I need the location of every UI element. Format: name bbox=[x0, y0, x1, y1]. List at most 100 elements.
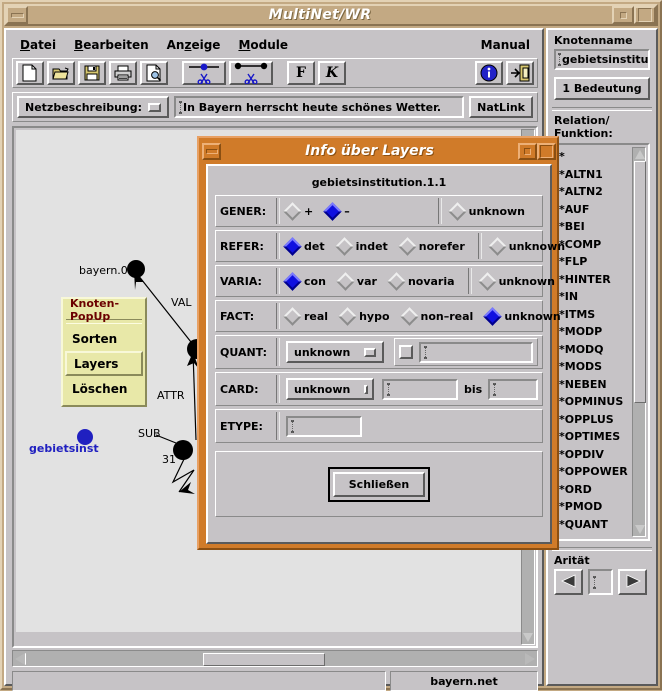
quant-input[interactable] bbox=[419, 342, 533, 363]
arity-prev-button[interactable] bbox=[554, 569, 583, 595]
relation-list-item[interactable]: *OPMINUS bbox=[559, 393, 629, 411]
card-to-input[interactable] bbox=[488, 379, 538, 400]
relation-list-item[interactable]: *OPPOWER bbox=[559, 463, 629, 481]
scroll-right-arrow-icon[interactable] bbox=[525, 653, 535, 665]
popup-item-sorten[interactable]: Sorten bbox=[65, 326, 143, 351]
window-maximize-button[interactable] bbox=[634, 6, 656, 24]
scroll-down-arrow-icon[interactable] bbox=[635, 525, 645, 534]
menu-module[interactable]: Module bbox=[236, 37, 290, 53]
popup-item-loeschen[interactable]: Löschen bbox=[65, 376, 143, 401]
relation-list-item[interactable]: *MODP bbox=[559, 323, 629, 341]
new-document-button[interactable] bbox=[16, 61, 44, 85]
varia-option-var[interactable]: var bbox=[339, 275, 377, 288]
dialog-body: gebietsinstitution.1.1 GENER: + – unknow… bbox=[206, 164, 552, 544]
arity-next-button[interactable] bbox=[618, 569, 647, 595]
netzbeschreibung-option-menu[interactable]: Netzbeschreibung: bbox=[17, 96, 169, 118]
relation-list-item[interactable]: *ITMS bbox=[559, 306, 629, 324]
arity-input[interactable] bbox=[588, 569, 613, 595]
menu-datei[interactable]: Datei bbox=[18, 37, 58, 53]
bold-button[interactable]: F bbox=[287, 61, 315, 85]
scroll-up-arrow-icon[interactable] bbox=[635, 150, 645, 159]
canvas-horizontal-scrollbar[interactable] bbox=[12, 650, 538, 667]
fact-option-real-label: real bbox=[304, 310, 328, 323]
knoten-popup-menu: Knoten-PopUp Sorten Layers Löschen bbox=[61, 297, 147, 407]
card-label: CARD: bbox=[220, 383, 276, 396]
relation-list-thumb[interactable] bbox=[634, 161, 646, 403]
relation-list-item[interactable]: *PMOD bbox=[559, 498, 629, 516]
open-folder-button[interactable] bbox=[47, 61, 75, 85]
relation-list-item[interactable]: *NEBEN bbox=[559, 376, 629, 394]
quant-checkbox[interactable] bbox=[399, 345, 413, 359]
dialog-restore-button[interactable] bbox=[518, 143, 537, 160]
natlink-button[interactable]: NatLink bbox=[469, 96, 533, 118]
print-button[interactable] bbox=[109, 61, 137, 85]
relation-list-item[interactable]: *HINTER bbox=[559, 271, 629, 289]
gener-option-unknown[interactable]: unknown bbox=[451, 205, 525, 218]
relation-list-item[interactable]: *MODS bbox=[559, 358, 629, 376]
card-option-menu[interactable]: unknown bbox=[286, 378, 374, 400]
gener-option-plus[interactable]: + bbox=[286, 205, 313, 218]
relation-list-item[interactable]: *QUANT bbox=[559, 516, 629, 534]
relation-list-item[interactable]: *OPDIV bbox=[559, 446, 629, 464]
relation-list-scrollbar[interactable] bbox=[632, 147, 646, 537]
menu-anzeige[interactable]: Anzeige bbox=[165, 37, 223, 53]
fact-option-hypo[interactable]: hypo bbox=[341, 310, 389, 323]
refer-option-norefer[interactable]: norefer bbox=[401, 240, 465, 253]
cut-node-button[interactable] bbox=[182, 61, 226, 85]
gener-label: GENER: bbox=[220, 205, 276, 218]
toolbar: F K bbox=[12, 58, 538, 88]
etype-input[interactable] bbox=[286, 416, 362, 437]
knotenname-input[interactable]: gebietsinstitution bbox=[554, 49, 650, 70]
fact-option-nonreal[interactable]: non–real bbox=[403, 310, 474, 323]
fact-option-real[interactable]: real bbox=[286, 310, 328, 323]
info-button[interactable] bbox=[475, 61, 503, 85]
relation-list-item[interactable]: *ALTN2 bbox=[559, 183, 629, 201]
relation-list-item[interactable]: *COMP bbox=[559, 236, 629, 254]
relation-list-item[interactable]: *OPPLUS bbox=[559, 411, 629, 429]
window-restore-button[interactable] bbox=[612, 6, 634, 24]
relation-list-item[interactable]: *OPTIMES bbox=[559, 428, 629, 446]
save-button[interactable] bbox=[78, 61, 106, 85]
window-minimize-button[interactable] bbox=[6, 6, 28, 24]
menu-bearbeiten[interactable]: Bearbeiten bbox=[72, 37, 151, 53]
relation-list-item[interactable]: * bbox=[559, 148, 629, 166]
gener-option-minus[interactable]: – bbox=[326, 205, 350, 218]
refer-option-det[interactable]: det bbox=[286, 240, 325, 253]
refer-option-det-label: det bbox=[304, 240, 325, 253]
relation-list-item[interactable]: *AUF bbox=[559, 201, 629, 219]
card-between-label: bis bbox=[464, 383, 482, 396]
relation-list-item[interactable]: *FLP bbox=[559, 253, 629, 271]
relation-list-item[interactable]: *BEI bbox=[559, 218, 629, 236]
card-from-input[interactable] bbox=[382, 379, 458, 400]
varia-option-novaria[interactable]: novaria bbox=[390, 275, 455, 288]
cut-edge-button[interactable] bbox=[229, 61, 273, 85]
varia-option-con[interactable]: con bbox=[286, 275, 326, 288]
refer-option-unknown[interactable]: unknown bbox=[491, 240, 565, 253]
varia-option-unknown[interactable]: unknown bbox=[481, 275, 555, 288]
relation-list-item[interactable]: *MODQ bbox=[559, 341, 629, 359]
canvas-hscroll-thumb[interactable] bbox=[203, 653, 325, 666]
italic-button[interactable]: K bbox=[318, 61, 346, 85]
close-button[interactable]: Schließen bbox=[333, 472, 425, 497]
bold-label: F bbox=[296, 65, 306, 81]
popup-item-layers[interactable]: Layers bbox=[65, 351, 143, 376]
exit-button[interactable] bbox=[506, 61, 534, 85]
refer-option-indet[interactable]: indet bbox=[338, 240, 388, 253]
description-input[interactable]: In Bayern herrscht heute schönes Wetter. bbox=[174, 96, 464, 118]
relation-list-item[interactable]: *IN bbox=[559, 288, 629, 306]
bedeutung-button[interactable]: 1 Bedeutung bbox=[554, 77, 650, 100]
relation-list-item[interactable]: *ALTN1 bbox=[559, 166, 629, 184]
relation-list-item[interactable]: *SUPL bbox=[559, 533, 629, 536]
relation-list-item[interactable]: *ORD bbox=[559, 481, 629, 499]
quant-option-menu[interactable]: unknown bbox=[286, 341, 384, 363]
print-preview-button[interactable] bbox=[140, 61, 168, 85]
scroll-down-arrow-icon[interactable] bbox=[523, 633, 533, 642]
relation-list[interactable]: **ALTN1*ALTN2*AUF*BEI*COMP*FLP*HINTER*IN… bbox=[554, 143, 650, 541]
menu-manual[interactable]: Manual bbox=[481, 38, 530, 52]
fact-option-unknown[interactable]: unknown bbox=[486, 310, 560, 323]
scroll-left-arrow-icon[interactable] bbox=[15, 653, 25, 665]
dialog-maximize-button[interactable] bbox=[537, 143, 556, 160]
text-caret bbox=[593, 576, 596, 589]
dialog-minimize-button[interactable] bbox=[202, 143, 221, 160]
info-circle-icon bbox=[480, 64, 498, 82]
